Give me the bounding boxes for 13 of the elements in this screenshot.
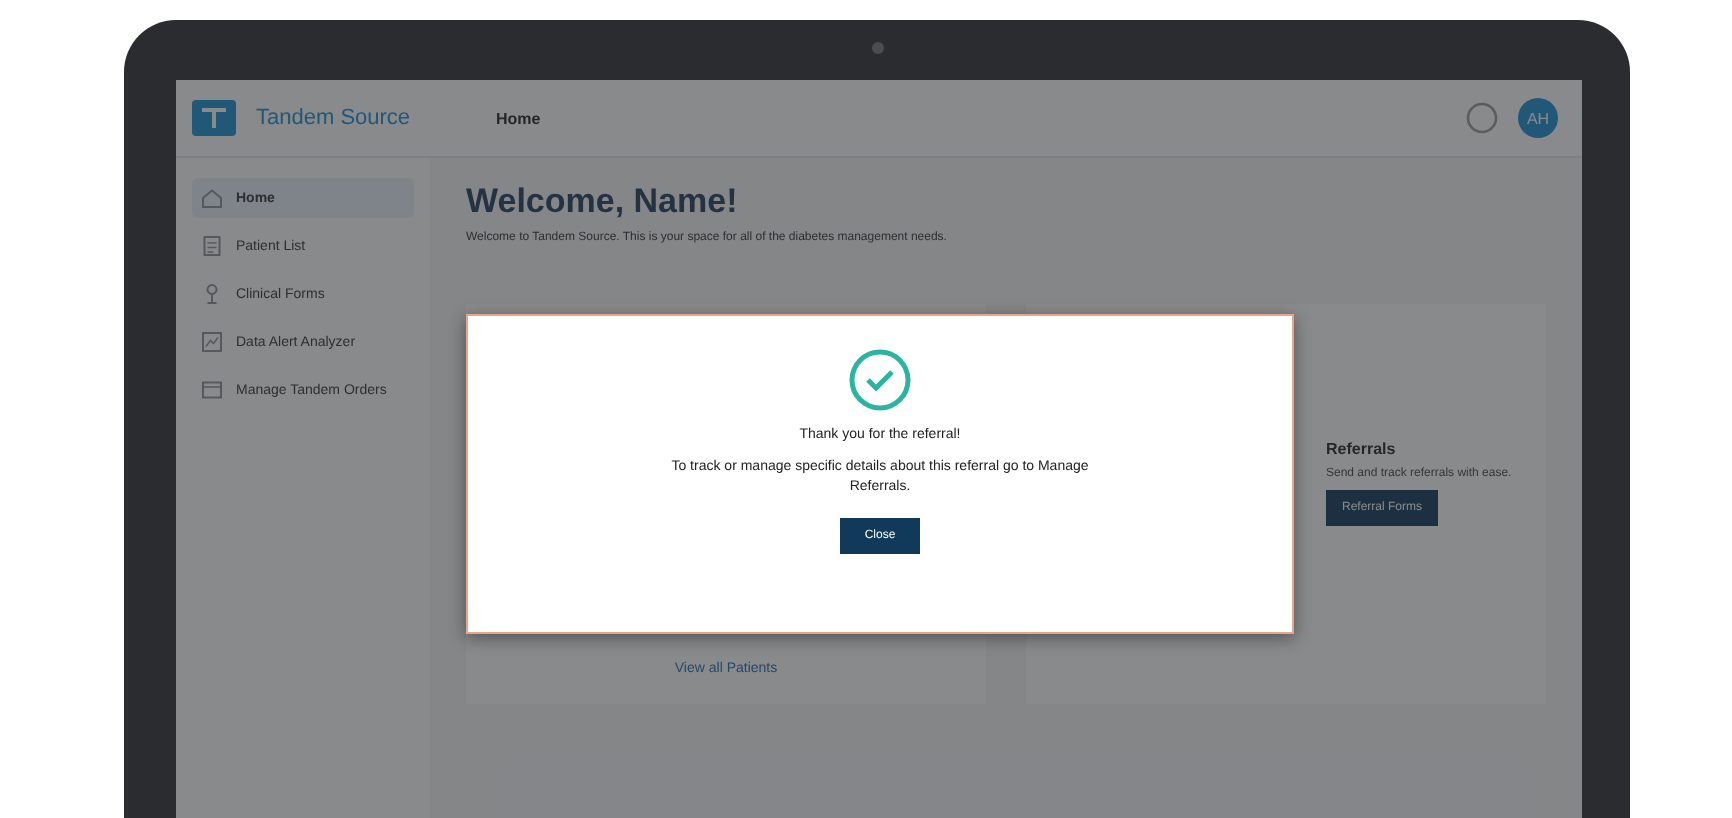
card-title: Referrals <box>1326 440 1398 458</box>
welcome-heading: Welcome, Name! <box>466 182 740 222</box>
logo-icon <box>192 100 236 136</box>
check-icon <box>848 348 912 412</box>
sidebar-item-icon <box>200 186 224 210</box>
page-title: Home <box>496 109 543 127</box>
brand-name: Tandem Source <box>256 106 413 130</box>
camera-icon <box>872 42 884 54</box>
help-icon[interactable] <box>1466 102 1498 134</box>
sidebar-item-icon <box>200 378 224 402</box>
sidebar-item-icon <box>200 234 224 258</box>
sidebar-item-icon <box>200 330 224 354</box>
avatar[interactable]: AH <box>1518 98 1558 138</box>
